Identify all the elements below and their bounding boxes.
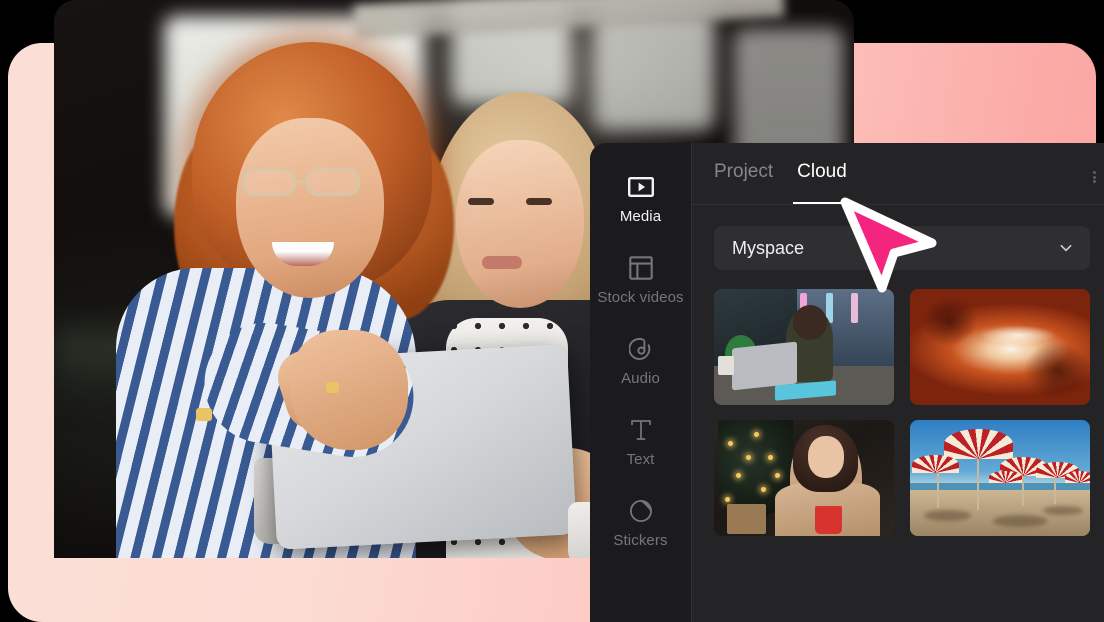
sticker-circle-icon: [626, 496, 656, 526]
chevron-down-icon: [1058, 240, 1074, 256]
screenshot-stage: Media Stock videos Audio Text Stickers P…: [0, 0, 1104, 622]
media-panel: Media Stock videos Audio Text Stickers P…: [590, 143, 1104, 622]
sidebar-item-label: Stock videos: [597, 289, 684, 306]
media-thumbnail[interactable]: [910, 289, 1090, 405]
sidebar-item-audio[interactable]: Audio: [590, 334, 691, 386]
tab-bar: Project Cloud: [692, 143, 1104, 205]
sidebar-item-media[interactable]: Media: [590, 172, 691, 224]
audio-note-circle-icon: [626, 334, 656, 364]
more-options-icon[interactable]: [1093, 171, 1096, 183]
sidebar-item-label: Stickers: [613, 532, 668, 549]
media-play-rectangle-icon: [626, 172, 656, 202]
tab-cloud[interactable]: Cloud: [793, 161, 851, 204]
sidebar-item-stock-videos[interactable]: Stock videos: [590, 253, 691, 305]
tab-project[interactable]: Project: [714, 161, 773, 187]
text-serif-t-icon: [626, 415, 656, 445]
sidebar-item-label: Audio: [621, 370, 660, 387]
layout-grid-icon: [626, 253, 656, 283]
sidebar-item-text[interactable]: Text: [590, 415, 691, 467]
sidebar-item-label: Text: [626, 451, 655, 468]
sidebar: Media Stock videos Audio Text Stickers: [590, 143, 692, 622]
workspace-select-value: Myspace: [732, 237, 805, 258]
media-grid: [714, 289, 1090, 536]
workspace-select[interactable]: Myspace: [714, 226, 1090, 270]
sidebar-item-stickers[interactable]: Stickers: [590, 496, 691, 548]
media-thumbnail[interactable]: [714, 289, 894, 405]
media-thumbnail[interactable]: [714, 420, 894, 536]
media-thumbnail[interactable]: [910, 420, 1090, 536]
tab-bar-divider: [692, 204, 1104, 205]
sidebar-item-label: Media: [619, 208, 662, 225]
panel-content: Project Cloud Myspace: [692, 143, 1104, 622]
